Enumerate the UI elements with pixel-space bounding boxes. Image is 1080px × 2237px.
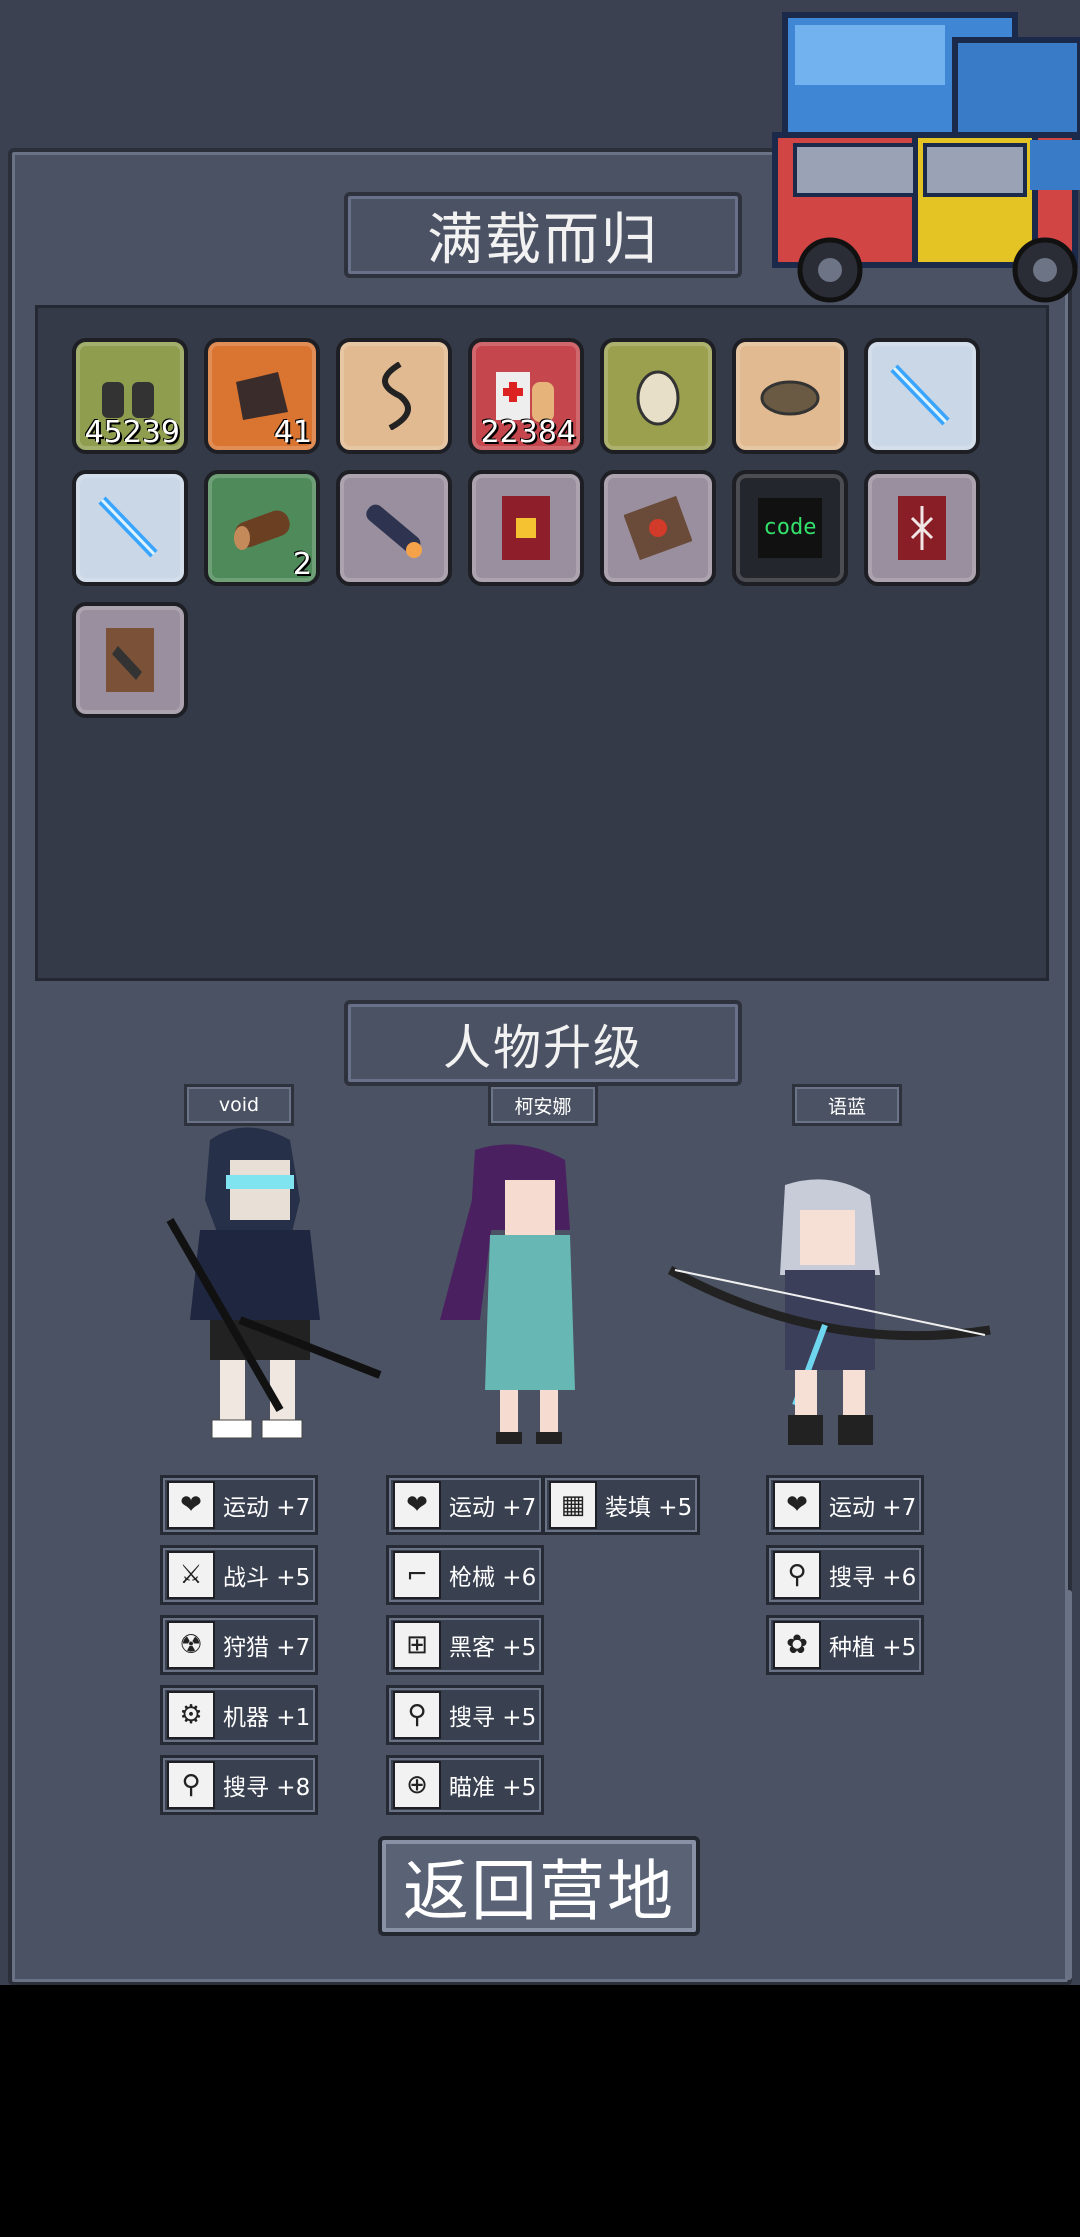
skill-badge: ✿ 种植 +5 (766, 1615, 924, 1675)
magnifier-icon: ⚲ (393, 1691, 441, 1739)
skill-label: 狩猎 +7 (223, 1635, 311, 1661)
loot-title: 满载而归 (344, 192, 742, 278)
item-quantity: 41 (273, 415, 312, 450)
magnifier-icon: ⚲ (773, 1551, 821, 1599)
skill-label: 运动 +7 (223, 1495, 311, 1521)
character-name-yulan: 语蓝 (792, 1084, 902, 1126)
character-yulan-sprite (667, 1179, 991, 1445)
heart-icon: ❤ (167, 1481, 215, 1529)
skill-label: 运动 +7 (449, 1495, 537, 1521)
inventory-slot-log[interactable]: 2 (204, 470, 320, 586)
character-keanna-sprite (440, 1144, 575, 1444)
upgrade-title: 人物升级 (344, 1000, 742, 1086)
item-quantity: 2 (292, 547, 312, 582)
svg-text:code: code (764, 515, 817, 540)
skill-label: 搜寻 +8 (223, 1775, 311, 1801)
ammo-icon: ▦ (549, 1481, 597, 1529)
heart-icon: ❤ (393, 1481, 441, 1529)
skill-badge: ⌐ 枪械 +6 (386, 1545, 544, 1605)
inventory-slot-rune-book[interactable] (864, 470, 980, 586)
skill-badge: ❤ 运动 +7 (386, 1475, 544, 1535)
van-icon (772, 12, 1080, 303)
sword-icon: ⚔ (167, 1551, 215, 1599)
gun-icon: ⌐ (393, 1551, 441, 1599)
inventory-slot-medkit[interactable]: 22384 (468, 338, 584, 454)
skill-label: 装填 +5 (605, 1495, 693, 1521)
character-void-sprite (166, 1127, 382, 1439)
inventory-slot-egg[interactable] (600, 338, 716, 454)
skill-label: 搜寻 +6 (829, 1565, 917, 1591)
skill-label: 黑客 +5 (449, 1635, 537, 1661)
inventory-slot-bread[interactable] (732, 338, 848, 454)
crosshair-icon: ⊕ (393, 1761, 441, 1809)
inventory-slot-gloves[interactable]: 45239 (72, 338, 188, 454)
skill-badge: ❤ 运动 +7 (160, 1475, 318, 1535)
skill-badge: ❤ 运动 +7 (766, 1475, 924, 1535)
skill-badge: ☢ 狩猎 +7 (160, 1615, 318, 1675)
skill-label: 机器 +1 (223, 1705, 311, 1731)
skill-label: 搜寻 +5 (449, 1705, 537, 1731)
skill-badge: ⚔ 战斗 +5 (160, 1545, 318, 1605)
skill-badge: ⊞ 黑客 +5 (386, 1615, 544, 1675)
skill-badge: ⚲ 搜寻 +5 (386, 1685, 544, 1745)
heart-icon: ❤ (773, 1481, 821, 1529)
inventory-slot-flashlight[interactable] (336, 470, 452, 586)
inventory-slot-rope[interactable] (336, 338, 452, 454)
skill-label: 瞄准 +5 (449, 1775, 537, 1801)
skill-badge: ⚙ 机器 +1 (160, 1685, 318, 1745)
skill-label: 运动 +7 (829, 1495, 917, 1521)
magnifier-icon: ⚲ (167, 1761, 215, 1809)
gear-icon: ⚙ (167, 1691, 215, 1739)
skill-badge: ⚲ 搜寻 +6 (766, 1545, 924, 1605)
character-name-keanna: 柯安娜 (488, 1084, 598, 1126)
inventory-slot-leather-scraps[interactable]: 41 (204, 338, 320, 454)
skill-label: 战斗 +5 (223, 1565, 311, 1591)
skill-label: 种植 +5 (829, 1635, 917, 1661)
item-quantity: 45239 (84, 415, 180, 450)
inventory-slot-ice-sword[interactable] (72, 470, 188, 586)
inventory-slot-gun-manual[interactable] (72, 602, 188, 718)
hazard-icon: ☢ (167, 1621, 215, 1669)
skill-badge: ⚲ 搜寻 +8 (160, 1755, 318, 1815)
item-quantity: 22384 (480, 415, 576, 450)
plant-icon: ✿ (773, 1621, 821, 1669)
return-to-camp-button[interactable]: 返回营地 (378, 1836, 700, 1936)
skill-label: 枪械 +6 (449, 1565, 537, 1591)
inventory-slot-code-book[interactable]: code (732, 470, 848, 586)
inventory-slot-ice-sword[interactable] (864, 338, 980, 454)
skill-badge: ▦ 装填 +5 (542, 1475, 700, 1535)
inventory-slot-fitness-book[interactable] (468, 470, 584, 586)
skill-badge: ⊕ 瞄准 +5 (386, 1755, 544, 1815)
scrollbar[interactable] (1066, 1590, 1072, 1980)
inventory-slot-cooking-book[interactable] (600, 470, 716, 586)
circuit-icon: ⊞ (393, 1621, 441, 1669)
bottom-backdrop (0, 1985, 1080, 2237)
